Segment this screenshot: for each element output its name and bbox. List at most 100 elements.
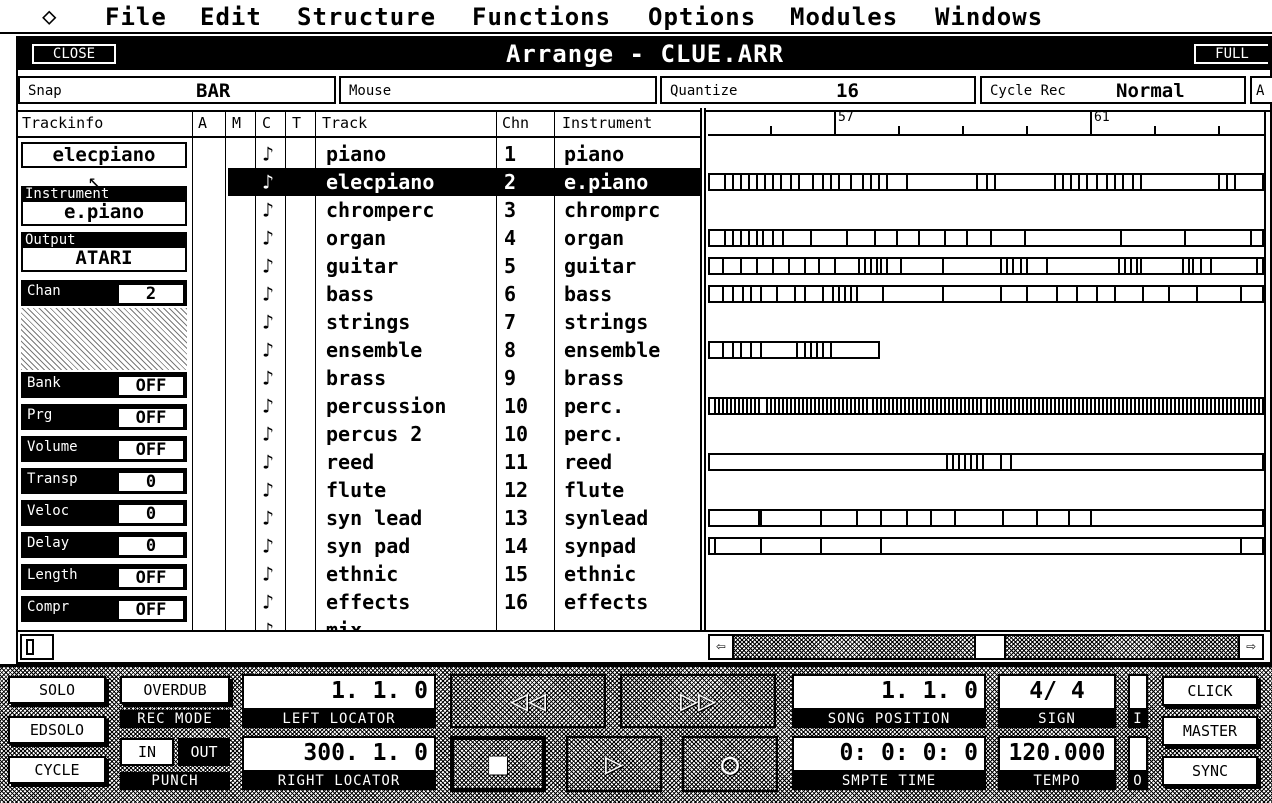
track-instrument[interactable]: perc. xyxy=(564,394,624,418)
right-locator-value[interactable]: 300. 1. 0 xyxy=(242,736,436,772)
track-row[interactable]: ♪ ethnic 15 ethnic xyxy=(228,560,700,588)
vertical-scrollbar[interactable] xyxy=(1264,112,1272,630)
title-bar[interactable]: CLOSE Arrange - CLUE.ARR FULL xyxy=(18,38,1272,70)
arrange-lane[interactable] xyxy=(708,225,1264,251)
track-name[interactable]: mix xyxy=(326,618,362,630)
track-instrument[interactable]: effects xyxy=(564,590,648,614)
arrange-lane[interactable] xyxy=(708,365,1264,391)
track-channel[interactable]: 1 xyxy=(504,142,516,166)
param-value[interactable]: OFF xyxy=(117,439,185,461)
track-channel[interactable]: 10 xyxy=(504,394,528,418)
track-channel[interactable]: 4 xyxy=(504,226,516,250)
punch-in-button[interactable]: IN xyxy=(120,738,174,766)
track-row[interactable]: ♪ mix xyxy=(228,616,700,630)
output-value[interactable]: ATARI xyxy=(21,248,187,272)
track-row[interactable]: ♪ elecpiano 2 e.piano xyxy=(228,168,700,196)
track-name[interactable]: percus 2 xyxy=(326,422,422,446)
track-name[interactable]: guitar xyxy=(326,254,398,278)
arrange-lane[interactable] xyxy=(708,393,1264,419)
arrange-lane[interactable] xyxy=(708,449,1264,475)
track-row[interactable]: ♪ reed 11 reed xyxy=(228,448,700,476)
forward-button[interactable]: ▷▷ xyxy=(620,674,776,728)
track-channel[interactable]: 8 xyxy=(504,338,516,362)
stop-button[interactable]: ■ xyxy=(450,736,546,792)
track-instrument[interactable]: guitar xyxy=(564,254,636,278)
track-row[interactable]: ♪ strings 7 strings xyxy=(228,308,700,336)
param-value[interactable]: 0 xyxy=(117,503,185,525)
arrange-part[interactable] xyxy=(708,341,880,359)
arrange-part[interactable] xyxy=(708,257,1264,275)
arrange-lane[interactable] xyxy=(708,337,1264,363)
menu-modules[interactable]: Modules xyxy=(790,3,898,31)
track-instrument[interactable]: perc. xyxy=(564,422,624,446)
track-channel[interactable]: 2 xyxy=(504,170,516,194)
arrange-lane[interactable] xyxy=(708,421,1264,447)
bar-ruler[interactable]: 57 61 xyxy=(708,110,1264,136)
arrange-lane[interactable] xyxy=(708,589,1264,615)
track-row[interactable]: ♪ brass 9 brass xyxy=(228,364,700,392)
punch-out-button[interactable]: OUT xyxy=(178,738,230,766)
apple-menu-icon[interactable]: ◇ xyxy=(42,3,72,29)
edsolo-button[interactable]: EDSOLO xyxy=(8,716,106,744)
smpte-value[interactable]: 0: 0: 0: 0 xyxy=(792,736,986,772)
sign-value[interactable]: 4/ 4 xyxy=(998,674,1116,710)
track-instrument[interactable]: flute xyxy=(564,478,624,502)
track-instrument[interactable]: brass xyxy=(564,366,624,390)
track-name[interactable]: ensemble xyxy=(326,338,422,362)
cycle-button[interactable]: CYCLE xyxy=(8,756,106,784)
quantize-box[interactable]: Quantize 16 xyxy=(660,76,976,104)
track-instrument[interactable]: synlead xyxy=(564,506,648,530)
track-name[interactable]: piano xyxy=(326,142,386,166)
song-position-value[interactable]: 1. 1. 0 xyxy=(792,674,986,710)
track-channel[interactable]: 13 xyxy=(504,506,528,530)
track-row[interactable]: ♪ flute 12 flute xyxy=(228,476,700,504)
track-channel[interactable]: 5 xyxy=(504,254,516,278)
track-name[interactable]: percussion xyxy=(326,394,446,418)
param-value[interactable]: OFF xyxy=(117,375,185,397)
arrange-lane[interactable] xyxy=(708,505,1264,531)
click-button[interactable]: CLICK xyxy=(1162,676,1258,706)
cycle-rec-box[interactable]: Cycle Rec Normal xyxy=(980,76,1246,104)
arrange-lane[interactable] xyxy=(708,169,1264,195)
track-instrument[interactable]: strings xyxy=(564,310,648,334)
scroll-thumb[interactable] xyxy=(974,636,1006,658)
menu-options[interactable]: Options xyxy=(648,3,756,31)
track-row[interactable]: ♪ syn pad 14 synpad xyxy=(228,532,700,560)
trackinfo-name[interactable]: elecpiano xyxy=(21,142,187,168)
arrange-lane[interactable] xyxy=(708,253,1264,279)
track-name[interactable]: flute xyxy=(326,478,386,502)
left-locator-value[interactable]: 1. 1. 0 xyxy=(242,674,436,710)
track-instrument[interactable]: e.piano xyxy=(564,170,648,194)
track-name[interactable]: bass xyxy=(326,282,374,306)
arrange-lane[interactable] xyxy=(708,477,1264,503)
split-bar[interactable] xyxy=(700,108,706,630)
track-name[interactable]: ethnic xyxy=(326,562,398,586)
arrange-part[interactable] xyxy=(708,537,1264,555)
chan-value[interactable]: 2 xyxy=(117,283,185,305)
track-row[interactable]: ♪ percus 2 10 perc. xyxy=(228,420,700,448)
track-row[interactable]: ♪ syn lead 13 synlead xyxy=(228,504,700,532)
track-channel[interactable]: 10 xyxy=(504,422,528,446)
track-instrument[interactable]: piano xyxy=(564,142,624,166)
arrange-lane[interactable] xyxy=(708,309,1264,335)
track-channel[interactable]: 14 xyxy=(504,534,528,558)
tempo-value[interactable]: 120.000 xyxy=(998,736,1116,772)
track-channel[interactable]: 15 xyxy=(504,562,528,586)
arrange-lane[interactable] xyxy=(708,533,1264,559)
arrange-part[interactable] xyxy=(708,509,1264,527)
arrange-part[interactable] xyxy=(708,285,1264,303)
track-row[interactable]: ♪ chromperc 3 chromprc xyxy=(228,196,700,224)
instrument-value[interactable]: e.piano xyxy=(21,202,187,226)
arrange-lane[interactable] xyxy=(708,281,1264,307)
snap-value[interactable]: BAR xyxy=(196,80,230,102)
track-name[interactable]: reed xyxy=(326,450,374,474)
scroll-right-icon[interactable]: ⇨ xyxy=(1238,636,1262,658)
param-value[interactable]: OFF xyxy=(117,567,185,589)
track-row[interactable]: ♪ bass 6 bass xyxy=(228,280,700,308)
horizontal-scrollbar[interactable]: ⇦ ⇨ xyxy=(708,634,1264,660)
param-value[interactable]: OFF xyxy=(117,599,185,621)
track-name[interactable]: organ xyxy=(326,226,386,250)
menu-structure[interactable]: Structure xyxy=(297,3,436,31)
track-channel[interactable]: 16 xyxy=(504,590,528,614)
menu-functions[interactable]: Functions xyxy=(472,3,611,31)
